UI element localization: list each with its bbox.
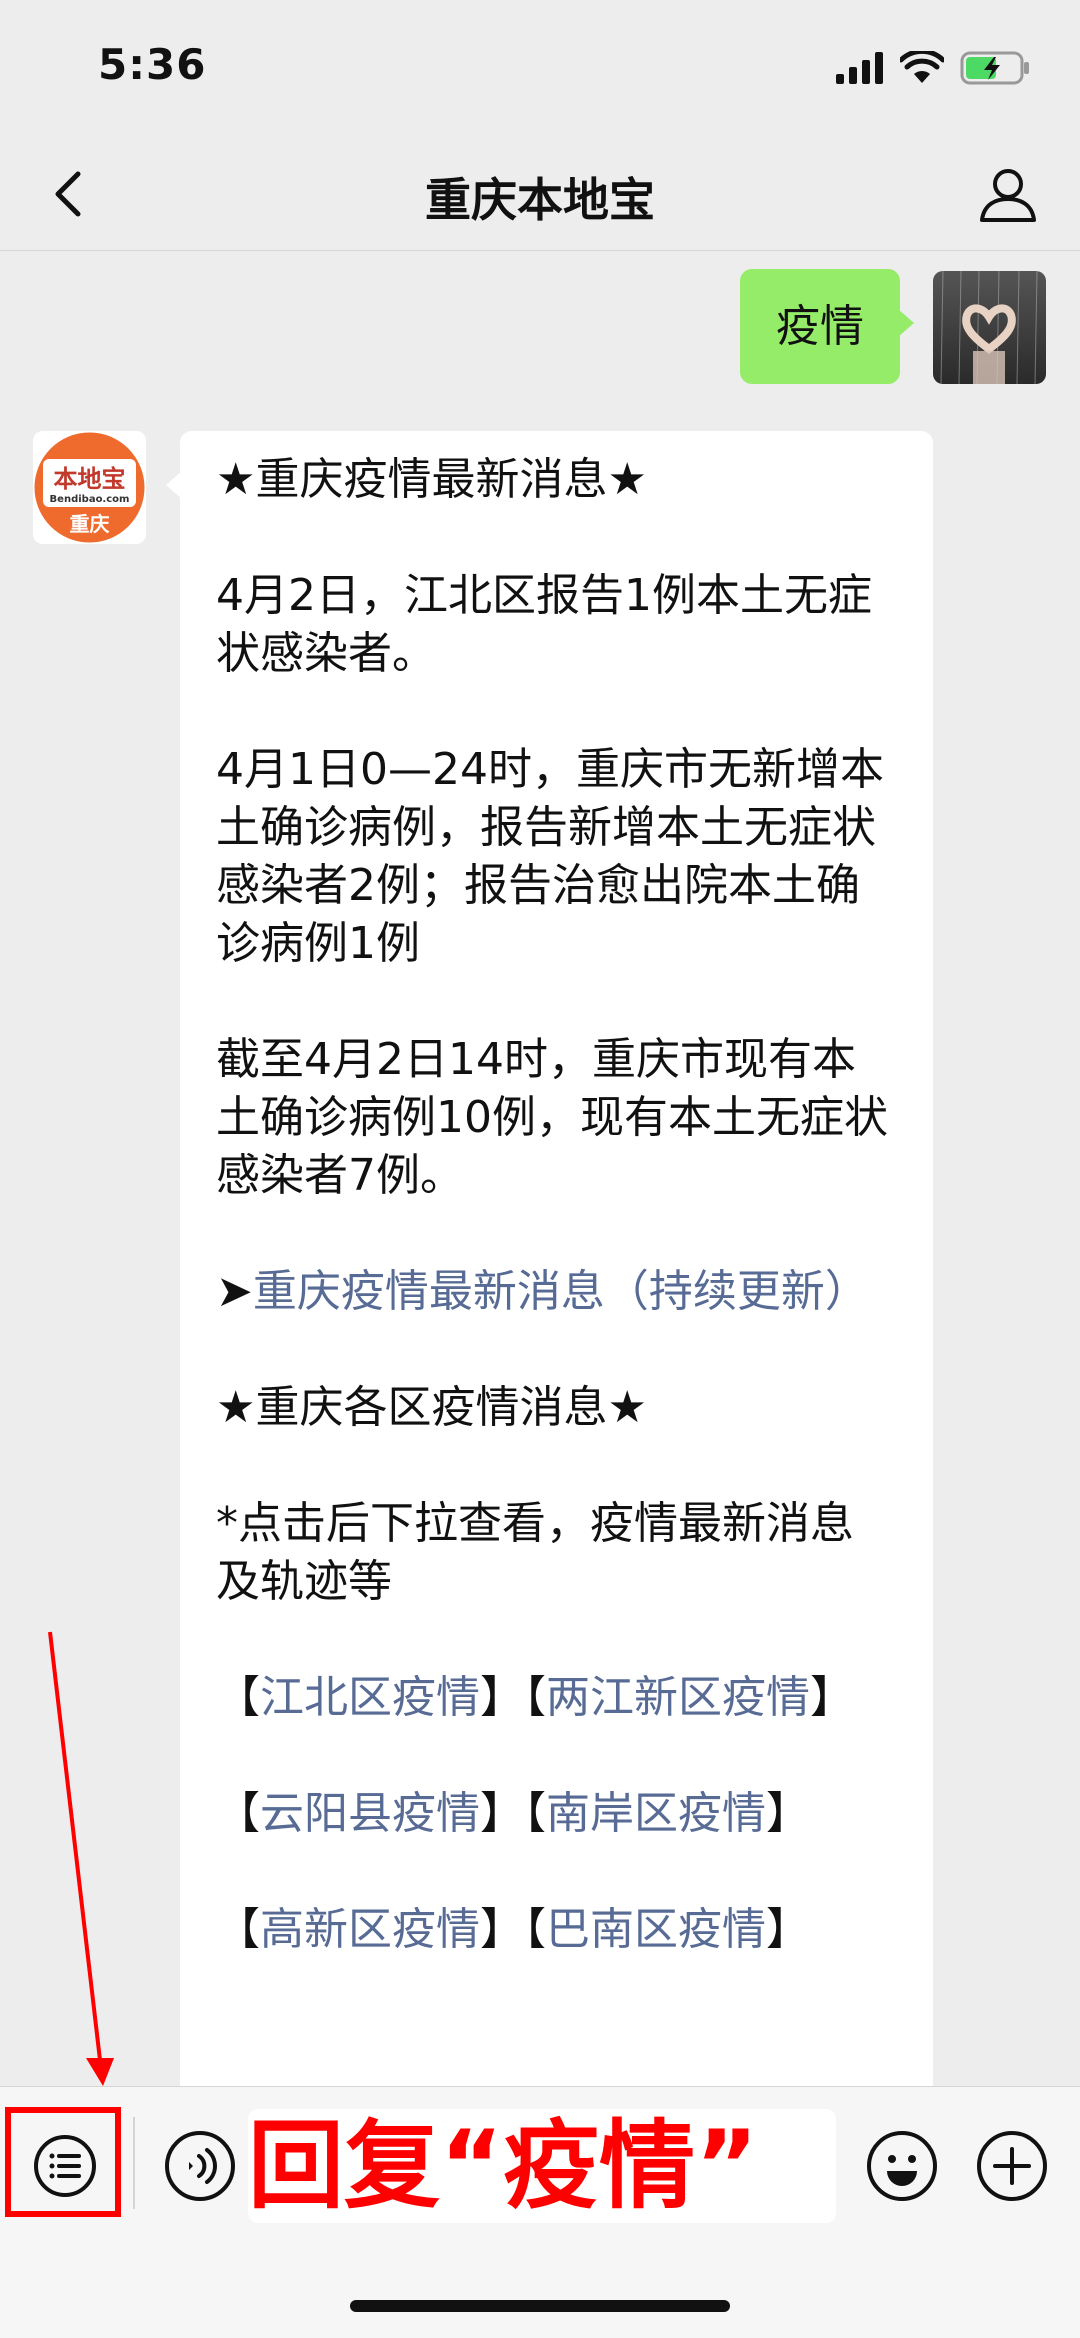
latest-news-link[interactable]: 重庆疫情最新消息（持续更新） (253, 1266, 869, 1317)
bracket-open: 【 (524, 1672, 546, 1723)
bot-avatar-site: Bendibao.com (50, 494, 130, 505)
emoji-icon[interactable] (865, 2129, 939, 2203)
reply-hint-annotation: 回复“疫情” (248, 2109, 836, 2223)
menu-list-icon[interactable] (32, 2133, 98, 2199)
news-heading: ★重庆疫情最新消息★ (216, 454, 647, 505)
district-link-liangjiang[interactable]: 两江新区疫情 (546, 1672, 810, 1723)
chat-title: 重庆本地宝 (425, 173, 655, 227)
district-row-3: 【高新区疫情】【巴南区疫情】 (216, 1901, 897, 1959)
user-avatar[interactable] (933, 271, 1046, 384)
status-bar: 5:36 (0, 0, 1080, 140)
battery-icon (960, 51, 1029, 85)
wifi-icon (900, 51, 944, 83)
latest-news-row: ➤重庆疫情最新消息（持续更新） (216, 1263, 897, 1321)
district-row-2: 【云阳县疫情】【南岸区疫情】 (216, 1785, 897, 1843)
district-heading: ★重庆各区疫情消息★ (216, 1382, 647, 1433)
arrow-bullet-icon: ➤ (216, 1266, 253, 1317)
bracket-open: 【 (524, 1904, 546, 1955)
cellular-signal-icon (836, 52, 883, 84)
nav-bar: 重庆本地宝 (0, 140, 1080, 251)
district-link-banan[interactable]: 巴南区疫情 (546, 1904, 766, 1955)
profile-icon[interactable] (976, 162, 1040, 226)
bracket-open: 【 (216, 1904, 260, 1955)
bot-avatar-city: 重庆 (70, 512, 110, 536)
bot-message-bubble: ★重庆疫情最新消息★ 4月2日，江北区报告1例本土无症状感染者。 4月1日0—2… (166, 431, 933, 2086)
home-indicator[interactable] (350, 2300, 730, 2312)
district-link-nanan[interactable]: 南岸区疫情 (546, 1788, 766, 1839)
chat-area[interactable]: 疫情 本地宝 Bendibao.com 重庆 ★重庆疫情最新消息★ 4月2日，江… (0, 251, 1080, 2086)
bracket-close: 】 (766, 1904, 810, 1955)
user-message-bubble[interactable]: 疫情 (740, 269, 914, 384)
district-instruction: *点击后下拉查看，疫情最新消息及轨迹等 (216, 1498, 854, 1607)
news-item-2: 4月1日0—24时，重庆市无新增本土确诊病例，报告新增本土无症状感染者2例；报告… (216, 744, 884, 969)
status-time: 5:36 (98, 40, 207, 89)
district-row-1: 【江北区疫情】【两江新区疫情】 (216, 1669, 897, 1727)
bracket-close: 】 (480, 1904, 524, 1955)
district-link-gaoxin[interactable]: 高新区疫情 (260, 1904, 480, 1955)
bot-avatar[interactable]: 本地宝 Bendibao.com 重庆 (33, 431, 146, 544)
input-separator (133, 2117, 135, 2209)
bot-avatar-brand: 本地宝 (54, 465, 126, 493)
news-item-1: 4月2日，江北区报告1例本土无症状感染者。 (216, 570, 872, 679)
voice-icon[interactable] (163, 2129, 237, 2203)
bracket-open: 【 (524, 1788, 546, 1839)
district-link-jiangbei[interactable]: 江北区疫情 (260, 1672, 480, 1723)
status-icons (836, 48, 1030, 88)
bracket-close: 】 (480, 1788, 524, 1839)
bracket-close: 】 (810, 1672, 854, 1723)
district-link-yunyang[interactable]: 云阳县疫情 (260, 1788, 480, 1839)
bracket-open: 【 (216, 1788, 260, 1839)
bracket-close: 】 (766, 1788, 810, 1839)
plus-icon[interactable] (975, 2129, 1049, 2203)
news-item-3: 截至4月2日14时，重庆市现有本土确诊病例10例，现有本土无症状感染者7例。 (216, 1034, 888, 1201)
bracket-close: 】 (480, 1672, 524, 1723)
bracket-open: 【 (216, 1672, 260, 1723)
